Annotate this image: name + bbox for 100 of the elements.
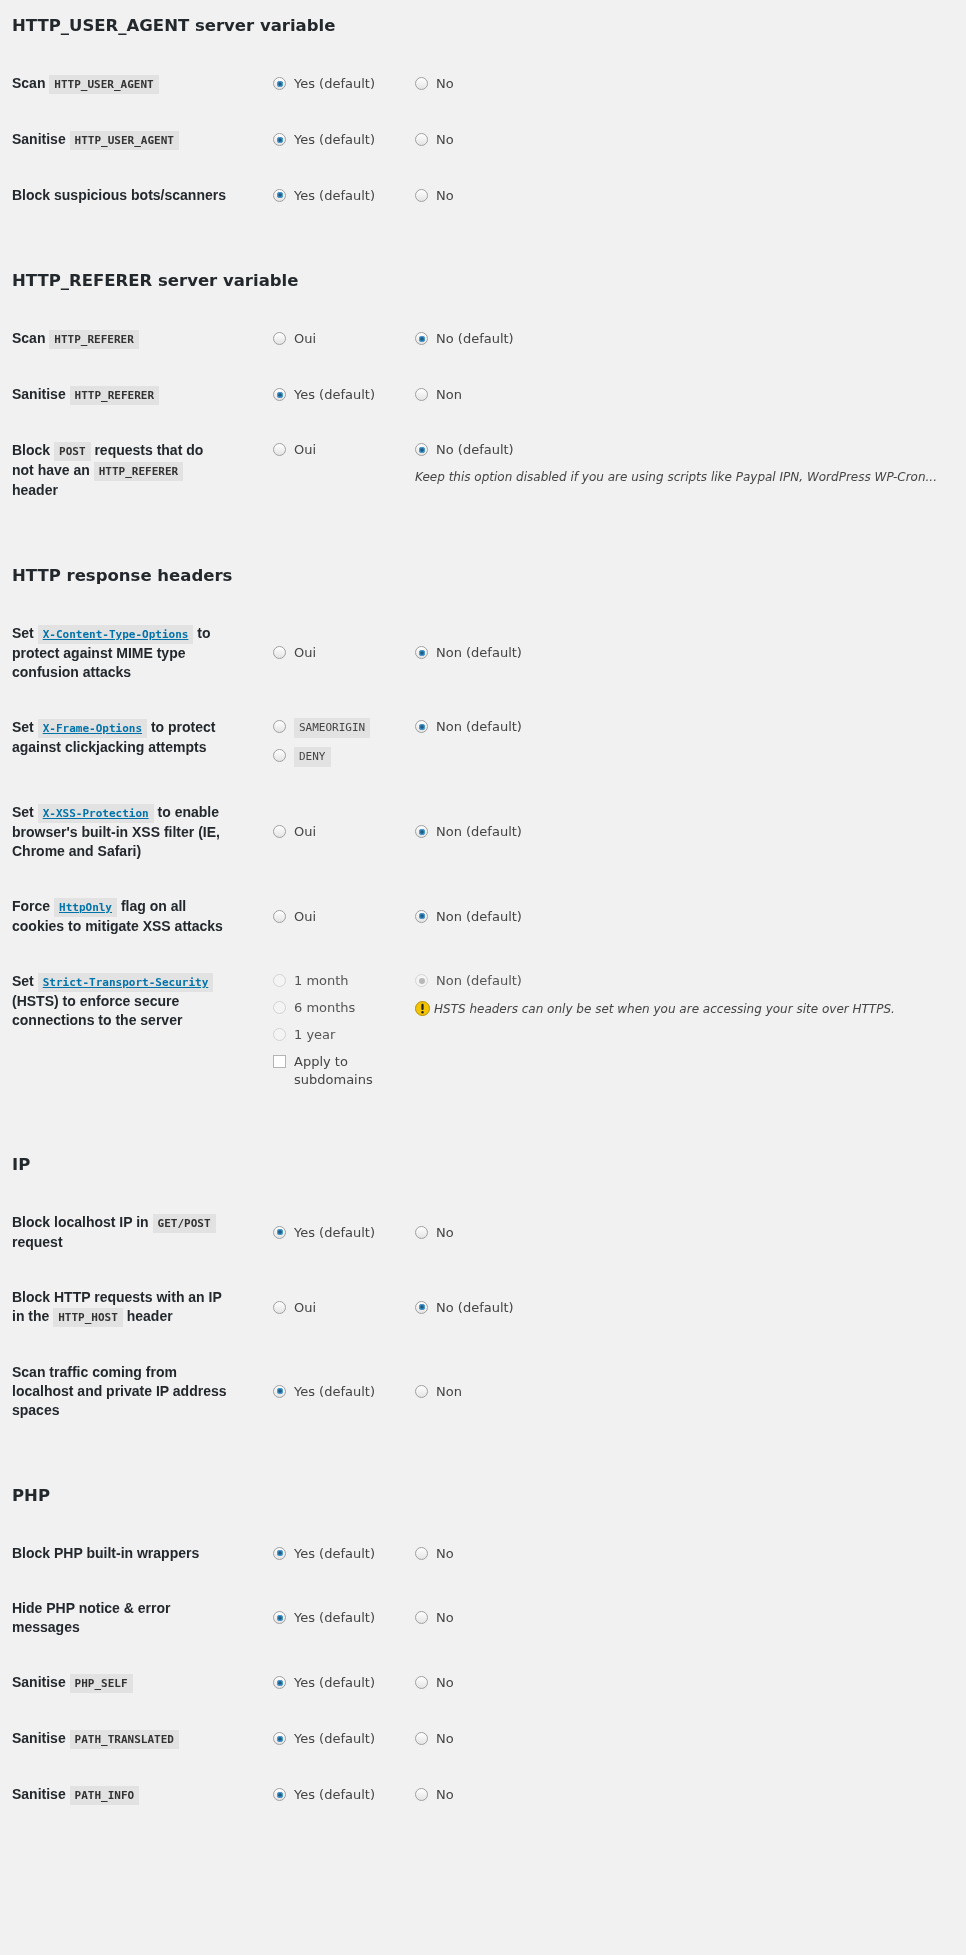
header-link[interactable]: X-Content-Type-Options [37,625,194,644]
option-label[interactable]: No [436,1609,454,1627]
radio-button[interactable] [273,825,286,838]
option-label[interactable]: DENY [294,747,331,767]
radio-button[interactable] [273,720,286,733]
radio-button[interactable] [273,77,286,90]
radio-button[interactable] [273,1225,286,1239]
radio-button[interactable] [415,1300,428,1314]
setting-label: Hide PHP notice & error messages [12,1599,172,1637]
radio-button[interactable] [273,1300,286,1314]
radio-button[interactable] [415,825,428,838]
help-note: Keep this option disabled if you are using scripts like Paypal IPN, WordPress WP-Cron... [415,470,937,484]
radio-button[interactable] [273,1384,286,1398]
radio-button[interactable] [273,188,286,202]
option-label[interactable]: Non (default) [436,644,522,662]
option-label[interactable]: Non [436,1382,462,1401]
radio-button[interactable] [415,1732,428,1745]
section-heading: HTTP_USER_AGENT server variable [12,15,337,37]
option-label[interactable]: Oui [294,1298,317,1317]
radio-button[interactable] [273,1732,286,1745]
setting-label: Block PHP built-in wrappers [12,1544,201,1563]
radio-button[interactable] [415,1546,428,1560]
radio-button[interactable] [273,443,286,456]
setting-label: Sanitise PATH_TRANSLATED [12,1729,227,1749]
radio-button[interactable] [273,1788,286,1801]
radio-button[interactable] [273,1546,286,1560]
radio-button[interactable] [273,332,286,345]
radio-button[interactable] [415,188,428,202]
section-heading: IP [12,1154,32,1176]
radio-button[interactable] [415,332,428,345]
option-label[interactable]: Oui [294,907,317,926]
radio-button[interactable] [415,1676,428,1689]
radio-button[interactable] [273,909,286,923]
help-note: HSTS headers can only be set when you are accessing your site over HTTPS. [434,1001,895,1016]
radio-button[interactable] [415,646,428,659]
option-label[interactable]: Non (default) [436,823,522,841]
option-label[interactable]: No [436,1223,454,1242]
option-label[interactable]: No [436,1730,454,1748]
option-label[interactable]: Yes (default) [294,1544,375,1563]
header-link[interactable]: X-Frame-Options [37,719,148,738]
option-label[interactable]: Non (default) [436,907,522,926]
option-label[interactable]: No [436,1544,454,1563]
radio-button[interactable] [273,1676,286,1689]
option-label[interactable]: No (default) [436,441,514,459]
option-label[interactable]: Yes (default) [294,1674,375,1692]
radio-button[interactable] [415,1611,428,1624]
option-label[interactable]: Yes (default) [294,1730,375,1748]
radio-button[interactable] [415,909,428,923]
option-label[interactable]: Yes (default) [294,131,375,149]
option-label[interactable]: SAMEORIGIN [294,718,371,738]
radio-button[interactable] [415,1788,428,1801]
warning-icon [415,1001,430,1016]
radio-button[interactable] [415,443,428,456]
option-label[interactable]: Non (default) [436,718,522,736]
header-link[interactable]: X-XSS-Protection [37,804,154,823]
option-label[interactable]: No (default) [436,1298,514,1317]
radio-button[interactable] [273,749,286,762]
radio-button[interactable] [273,646,286,659]
setting-label: Sanitise PHP_SELF [12,1673,227,1693]
radio-button[interactable] [273,388,286,401]
option-label[interactable]: No (default) [436,330,514,348]
option-label[interactable]: Oui [294,644,317,662]
setting-label: Sanitise PATH_INFO [12,1785,227,1805]
option-label[interactable]: Apply to subdomains [294,1053,384,1089]
header-link[interactable]: Strict-Transport-Security [37,973,214,992]
option-label[interactable]: Yes (default) [294,1223,375,1242]
option-label[interactable]: Yes (default) [294,386,375,404]
option-label[interactable]: No [436,186,454,205]
option-label[interactable]: Oui [294,823,317,841]
option-label[interactable]: Yes (default) [294,1609,375,1627]
section-heading: PHP [12,1485,51,1507]
option-label[interactable]: Oui [294,330,317,348]
radio-button[interactable] [273,133,286,146]
setting-label: Block localhost IP in GET/POST request [12,1213,227,1252]
radio-button[interactable] [415,77,428,90]
option-label[interactable]: Yes (default) [294,1382,375,1401]
radio-button[interactable] [415,133,428,146]
option-label[interactable]: No [436,1674,454,1692]
option-label[interactable]: Yes (default) [294,75,375,93]
radio-button[interactable] [415,388,428,401]
radio-button[interactable] [415,720,428,733]
radio-button[interactable] [415,1384,428,1398]
setting-label: Block HTTP requests with an IP in the HTTP_HOST header [12,1288,227,1327]
setting-label: Scan HTTP_USER_AGENT [12,74,227,94]
radio-button[interactable] [273,1611,286,1624]
setting-label: Set Strict-Transport-Security (HSTS) to enforce secure connections to the server [12,972,227,1030]
option-label[interactable]: No [436,1786,454,1804]
option-label[interactable]: Yes (default) [294,1786,375,1804]
option-label[interactable]: No [436,75,454,93]
setting-label: Block POST requests that do not have an HTTP_REFERER header [12,441,205,500]
option-label[interactable]: Non [436,386,462,404]
option-label[interactable]: No [436,131,454,149]
header-link[interactable]: HttpOnly [54,898,117,917]
setting-label: Set X-Frame-Options to protect against clickjacking attempts [12,718,217,757]
option-label[interactable]: Yes (default) [294,186,375,205]
checkbox[interactable] [273,1055,286,1068]
setting-label: Block suspicious bots/scanners [12,186,227,205]
setting-label: Set X-Content-Type-Options to protect against MIME type confusion attacks [12,624,212,682]
radio-button[interactable] [415,1225,428,1239]
option-label[interactable]: Oui [294,441,317,459]
